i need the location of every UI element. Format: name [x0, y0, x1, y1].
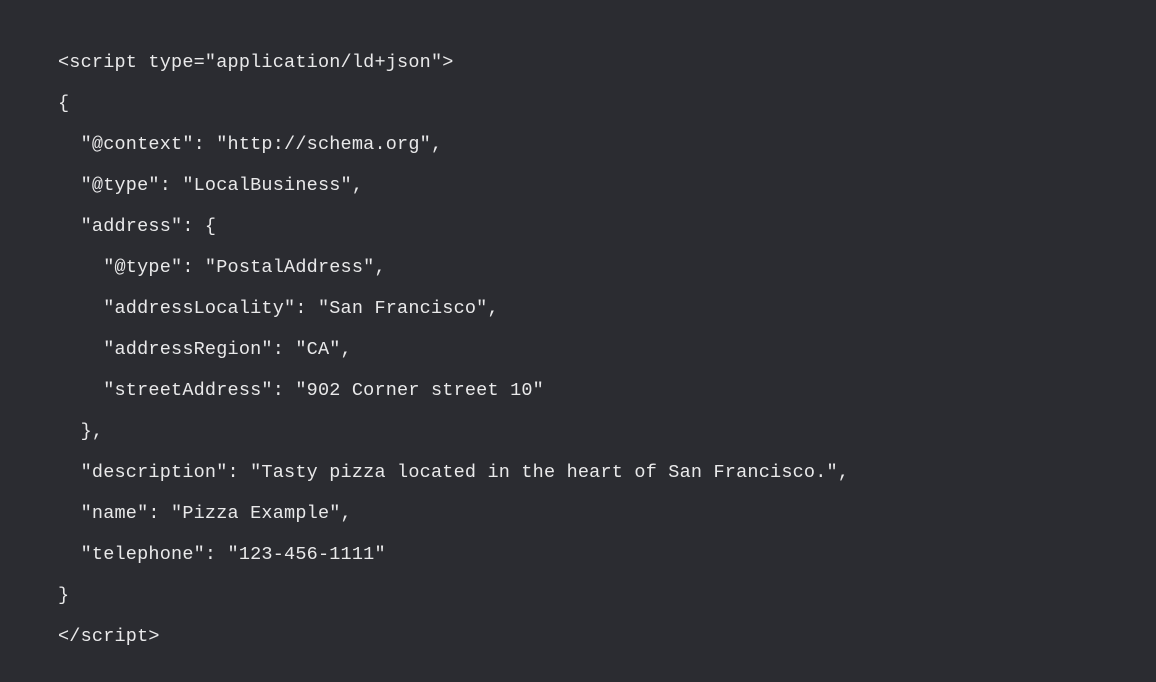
code-line: "address": {	[58, 216, 216, 237]
code-line: "name": "Pizza Example",	[58, 503, 352, 524]
code-line: "telephone": "123-456-1111"	[58, 544, 386, 565]
code-block: <script type="application/ld+json"> { "@…	[0, 0, 1156, 657]
code-line: "addressLocality": "San Francisco",	[58, 298, 499, 319]
code-line: <script type="application/ld+json">	[58, 52, 454, 73]
code-line: "@type": "PostalAddress",	[58, 257, 386, 278]
code-line: "description": "Tasty pizza located in t…	[58, 462, 849, 483]
code-line: "@type": "LocalBusiness",	[58, 175, 363, 196]
code-line: "@context": "http://schema.org",	[58, 134, 442, 155]
code-line: "addressRegion": "CA",	[58, 339, 352, 360]
code-line: },	[58, 421, 103, 442]
code-line: "streetAddress": "902 Corner street 10"	[58, 380, 544, 401]
code-line: </script>	[58, 626, 160, 647]
code-line: {	[58, 93, 69, 114]
code-line: }	[58, 585, 69, 606]
